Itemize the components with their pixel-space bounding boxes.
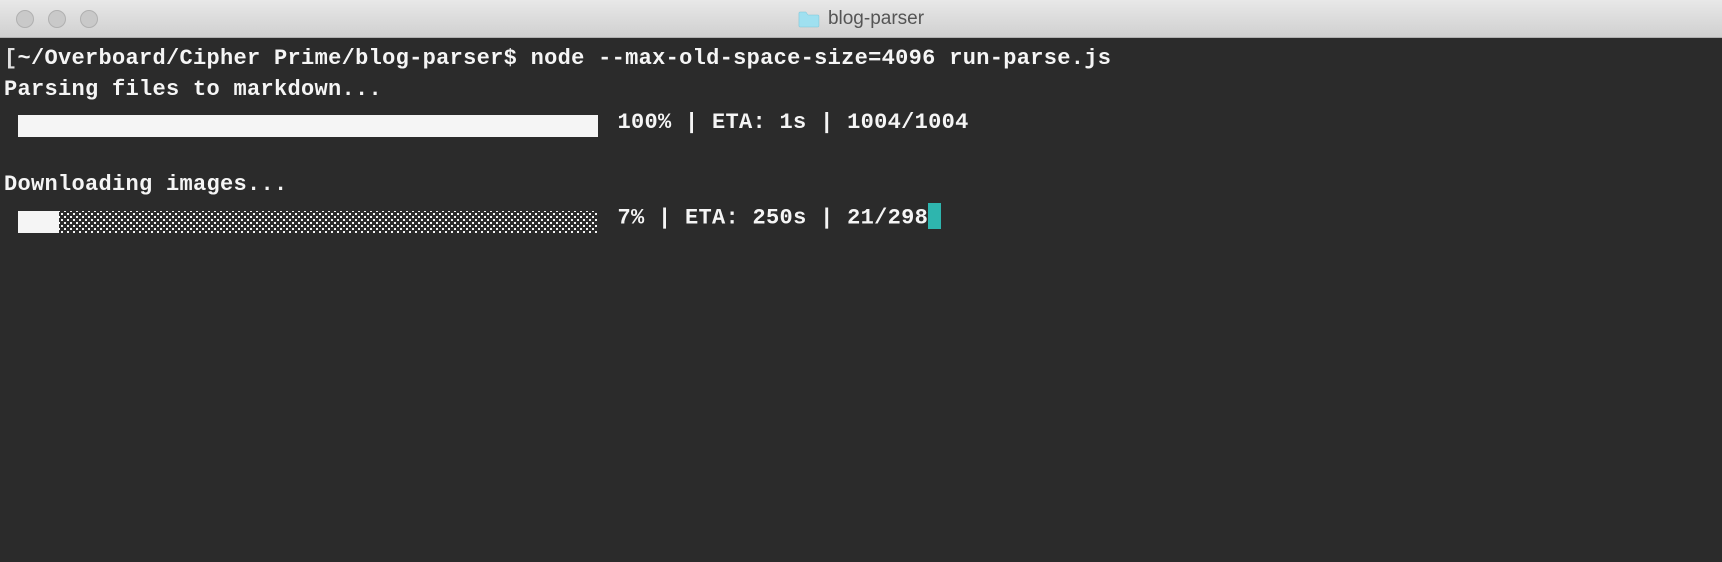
- command-text: node --max-old-space-size=4096 run-parse…: [531, 46, 1112, 71]
- task1-progress-text: 100% | ETA: 1s | 1004/1004: [604, 108, 969, 139]
- minimize-button[interactable]: [48, 10, 66, 28]
- traffic-lights: [0, 10, 98, 28]
- task1-progress-bar: [18, 112, 598, 134]
- task1-progress: 100% | ETA: 1s | 1004/1004: [4, 108, 1718, 139]
- command-line: [~/Overboard/Cipher Prime/blog-parser$ n…: [4, 44, 1718, 75]
- task2-progress-text: 7% | ETA: 250s | 21/298: [604, 203, 941, 234]
- prompt-char: $: [504, 46, 518, 71]
- window-title-text: blog-parser: [828, 8, 924, 30]
- prompt-path: ~/Overboard/Cipher Prime/blog-parser: [18, 46, 504, 71]
- task1-label: Parsing files to markdown...: [4, 75, 1718, 106]
- window-title-bar: blog-parser: [0, 0, 1722, 38]
- task2-label: Downloading images...: [4, 170, 1718, 201]
- task2-progress-bar: [18, 208, 598, 230]
- folder-icon: [798, 10, 820, 28]
- task2-progress: 7% | ETA: 250s | 21/298: [4, 203, 1718, 234]
- maximize-button[interactable]: [80, 10, 98, 28]
- terminal-content[interactable]: [~/Overboard/Cipher Prime/blog-parser$ n…: [0, 38, 1722, 240]
- terminal-cursor: [928, 203, 941, 229]
- close-button[interactable]: [16, 10, 34, 28]
- window-title: blog-parser: [798, 8, 924, 30]
